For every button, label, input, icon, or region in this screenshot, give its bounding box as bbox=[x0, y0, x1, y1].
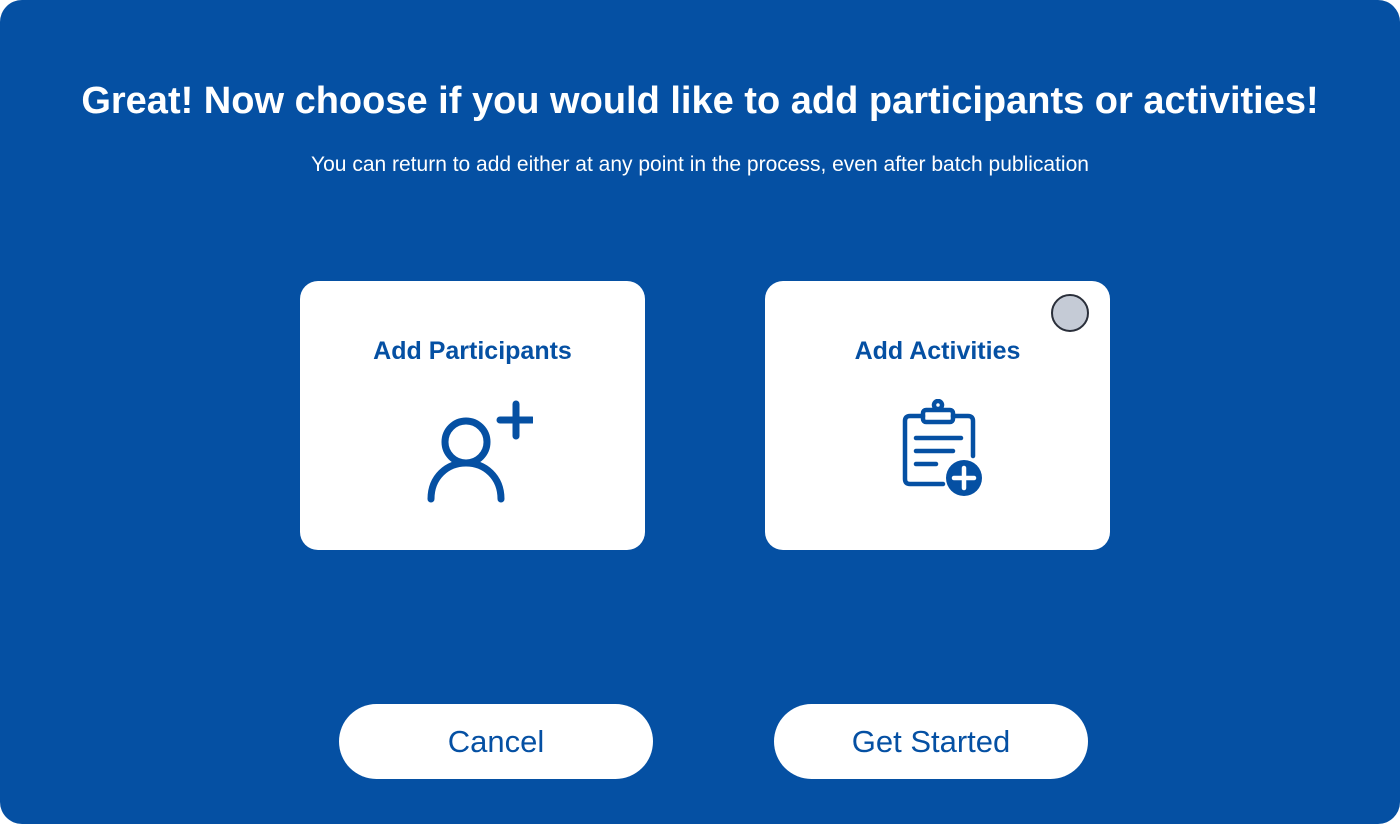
cancel-button[interactable]: Cancel bbox=[339, 704, 653, 779]
add-participants-label: Add Participants bbox=[373, 337, 572, 365]
choose-type-dialog: Great! Now choose if you would like to a… bbox=[0, 0, 1400, 824]
dialog-subtitle: You can return to add either at any poin… bbox=[311, 153, 1089, 176]
add-activities-card[interactable]: Add Activities bbox=[765, 281, 1110, 550]
user-add-icon bbox=[427, 400, 533, 503]
clipboard-add-icon bbox=[902, 399, 982, 496]
add-participants-card[interactable]: Add Participants bbox=[300, 281, 645, 550]
get-started-button[interactable]: Get Started bbox=[774, 704, 1088, 779]
selection-radio[interactable] bbox=[1051, 294, 1089, 332]
add-activities-label: Add Activities bbox=[854, 337, 1021, 365]
dialog-title: Great! Now choose if you would like to a… bbox=[81, 80, 1319, 122]
